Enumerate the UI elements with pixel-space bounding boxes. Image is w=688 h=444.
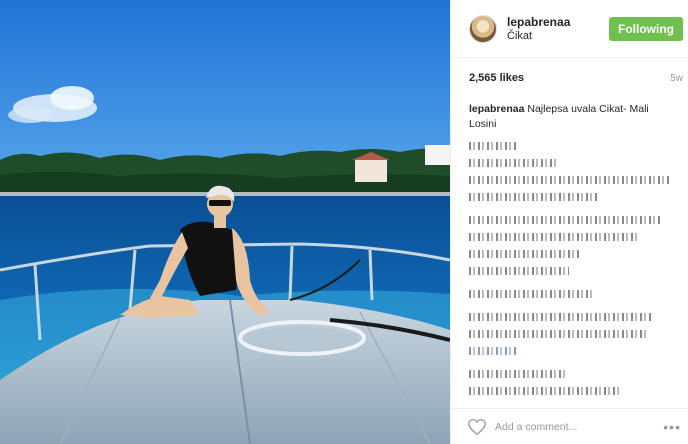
photo-scene (0, 0, 450, 444)
redacted-comment-line (469, 344, 517, 357)
caption-username[interactable]: lepabrenaa (469, 103, 524, 115)
ellipsis-icon[interactable]: ••• (663, 419, 681, 435)
redacted-comment-line (469, 384, 619, 397)
following-button[interactable]: Following (609, 17, 683, 41)
redacted-comment-line (469, 173, 669, 186)
post-header: lepabrenaa Čikat Following (451, 0, 688, 58)
redacted-comment-line (469, 213, 661, 226)
post-photo[interactable] (0, 0, 450, 444)
caption: lepabrenaa Najlepsa uvala Cikat- Mali Lo… (469, 102, 669, 132)
redacted-comment-line (469, 367, 565, 380)
redacted-comment-line (469, 327, 647, 340)
comment-input[interactable] (495, 420, 664, 433)
likes-count[interactable]: 2,565 likes (469, 72, 524, 84)
comments-list: lepabrenaa Najlepsa uvala Cikat- Mali Lo… (451, 98, 688, 397)
post-stats: 2,565 likes 5w (451, 58, 688, 98)
redacted-comment-line (469, 310, 653, 323)
avatar[interactable] (469, 14, 497, 43)
redacted-comment-line (469, 247, 579, 260)
redacted-comment-line (469, 139, 517, 152)
comment-bar: ••• (451, 408, 688, 444)
redacted-comment-line (469, 264, 569, 277)
redacted-comment-line (469, 287, 594, 300)
post-side-panel: lepabrenaa Čikat Following 2,565 likes 5… (450, 0, 688, 444)
heart-outline-icon[interactable] (467, 418, 487, 436)
redacted-comment-line (469, 190, 599, 203)
redacted-comment-line (469, 156, 557, 169)
redacted-comment-line (469, 230, 639, 243)
post-age[interactable]: 5w (670, 73, 683, 84)
